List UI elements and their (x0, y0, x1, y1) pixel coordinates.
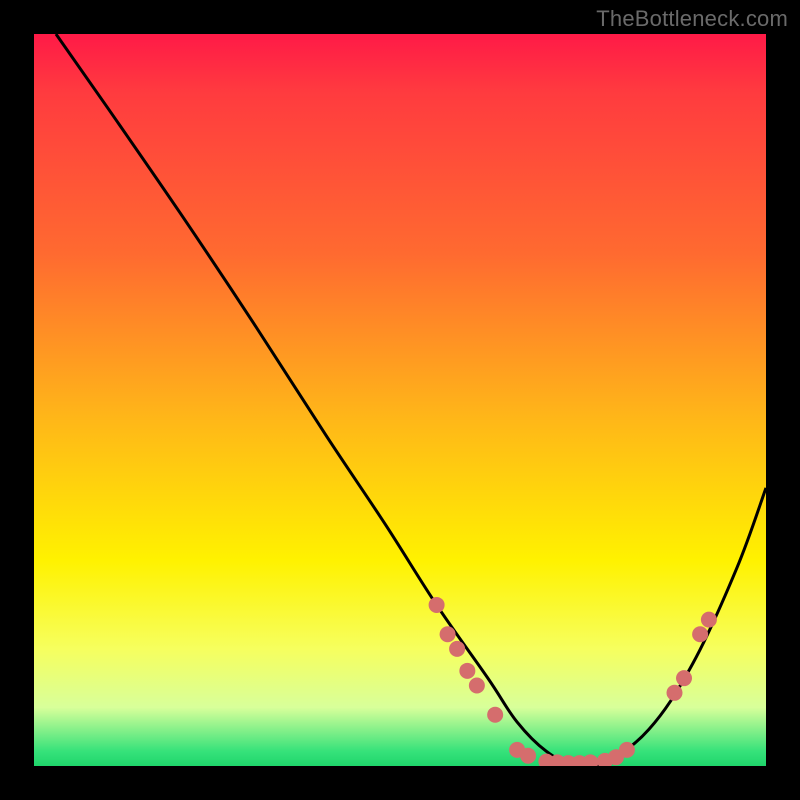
data-point (449, 641, 465, 657)
curve-line (56, 34, 766, 766)
data-point (619, 742, 635, 758)
chart-frame: TheBottleneck.com (0, 0, 800, 800)
data-point (692, 626, 708, 642)
data-point (520, 748, 536, 764)
data-point (469, 677, 485, 693)
data-point (459, 663, 475, 679)
data-point (429, 597, 445, 613)
plot-area (34, 34, 766, 766)
data-point (582, 754, 598, 766)
watermark-text: TheBottleneck.com (596, 6, 788, 32)
scatter-points (429, 597, 717, 766)
data-point (440, 626, 456, 642)
data-point (487, 707, 503, 723)
data-point (667, 685, 683, 701)
curve-path (56, 34, 766, 766)
plot-svg (34, 34, 766, 766)
data-point (701, 612, 717, 628)
data-point (676, 670, 692, 686)
